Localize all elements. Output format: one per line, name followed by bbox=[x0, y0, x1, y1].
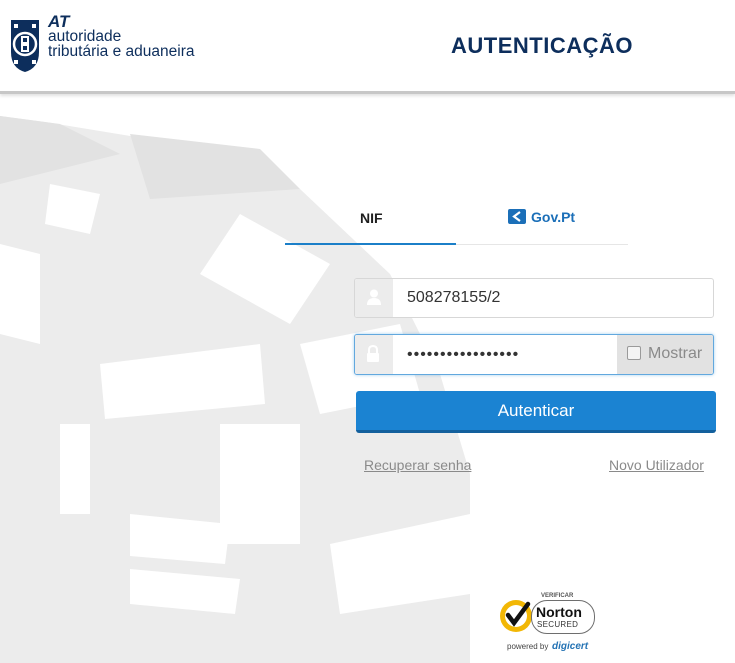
tab-gov-pt-label: Gov.Pt bbox=[531, 209, 576, 225]
norton-check-icon bbox=[500, 600, 532, 632]
at-logo[interactable]: AT autoridade tributária e aduaneira bbox=[8, 12, 223, 74]
recover-password-link[interactable]: Recuperar senha bbox=[364, 457, 471, 473]
tab-nif-label: NIF bbox=[360, 210, 383, 226]
nif-field bbox=[354, 278, 714, 318]
tab-gov-pt[interactable]: Gov.Pt bbox=[456, 201, 628, 243]
show-password-label: Mostrar bbox=[648, 345, 703, 362]
show-password-toggle[interactable]: Mostrar bbox=[617, 335, 713, 374]
lock-addon bbox=[355, 335, 393, 374]
digicert-brand: digicert bbox=[552, 641, 589, 652]
gov-pt-icon bbox=[508, 209, 526, 224]
lock-icon bbox=[367, 345, 379, 362]
authenticate-button[interactable]: Autenticar bbox=[356, 391, 716, 433]
password-input[interactable] bbox=[393, 335, 617, 374]
password-field: Mostrar bbox=[354, 334, 714, 375]
tab-nif[interactable]: NIF bbox=[285, 201, 456, 245]
page-title: AUTENTICAÇÃO bbox=[451, 33, 633, 58]
user-addon bbox=[355, 279, 393, 317]
logo-at: AT bbox=[48, 12, 70, 31]
norton-secured-badge[interactable]: VERIFICAR Norton SECURED powered by digi… bbox=[497, 590, 600, 656]
background-seal-watermark bbox=[0, 116, 470, 663]
login-method-tabs: NIF Gov.Pt bbox=[285, 201, 628, 245]
page-header: AT autoridade tributária e aduaneira AUT… bbox=[0, 0, 735, 94]
show-password-checkbox[interactable] bbox=[627, 346, 641, 360]
user-icon bbox=[367, 289, 381, 305]
logo-line-1: autoridade bbox=[48, 28, 122, 45]
new-user-link[interactable]: Novo Utilizador bbox=[609, 457, 704, 473]
logo-text: AT autoridade tributária e aduaneira bbox=[48, 12, 195, 60]
nif-input[interactable] bbox=[393, 279, 713, 317]
logo-line-2: tributária e aduaneira bbox=[48, 43, 195, 60]
powered-by-text: powered by bbox=[507, 642, 549, 651]
norton-verify-text: VERIFICAR bbox=[541, 593, 574, 599]
norton-name: Norton bbox=[536, 604, 582, 620]
norton-secured-text: SECURED bbox=[537, 620, 579, 629]
portuguese-shield-icon bbox=[11, 20, 39, 72]
